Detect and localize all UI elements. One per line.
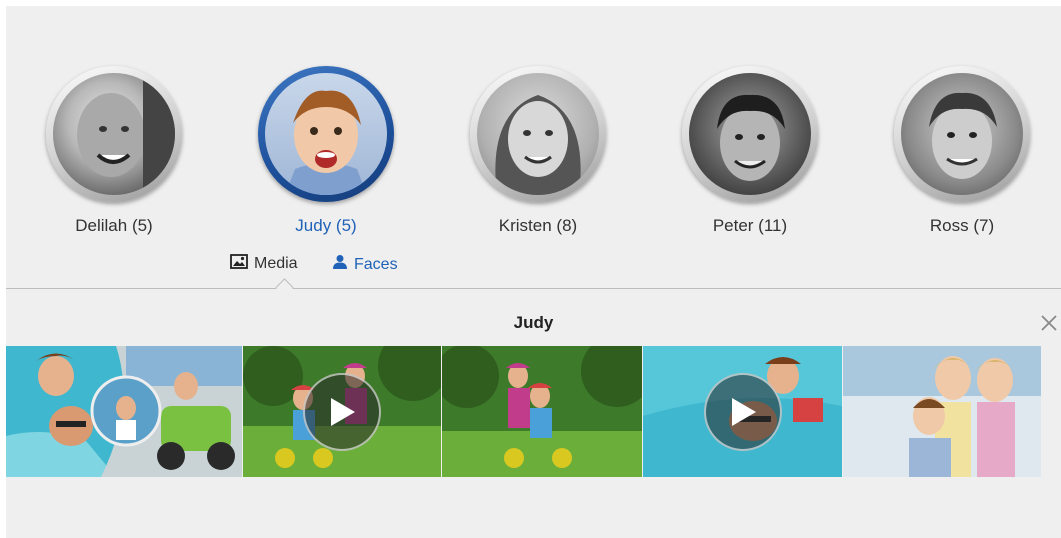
person-peter[interactable]: Peter (11)	[680, 66, 820, 236]
play-icon	[331, 397, 355, 426]
person-label: Peter (11)	[712, 216, 788, 235]
image-icon	[230, 254, 248, 274]
media-thumbnail-photo[interactable]	[442, 346, 642, 477]
tab-faces-label: Faces	[354, 255, 398, 273]
photo-image	[843, 346, 1041, 477]
person-ross[interactable]: Ross (7)	[892, 66, 1032, 236]
play-button[interactable]	[303, 372, 381, 451]
section-divider	[6, 288, 1061, 289]
avatar-ring	[894, 66, 1030, 202]
media-thumbnail-video[interactable]	[643, 346, 842, 477]
person-icon	[332, 254, 348, 275]
avatar-peter	[689, 73, 811, 195]
avatar-ring	[258, 66, 394, 202]
person-label: Kristen (8)	[498, 216, 578, 235]
tab-media-label: Media	[254, 255, 298, 272]
strip-title: Judy	[513, 313, 554, 332]
play-icon	[731, 397, 756, 426]
tab-media[interactable]: Media	[230, 254, 298, 274]
avatar-ring	[46, 66, 182, 202]
avatar-ring	[682, 66, 818, 202]
collage-image	[6, 346, 242, 477]
person-label: Delilah (5)	[75, 216, 153, 235]
media-thumbnail-video[interactable]	[243, 346, 441, 477]
play-button[interactable]	[703, 372, 782, 451]
person-delilah[interactable]: Delilah (5)	[44, 66, 184, 236]
avatar-kristen	[477, 73, 599, 195]
person-judy[interactable]: Judy (5)	[256, 66, 396, 236]
avatar-delilah	[53, 73, 175, 195]
person-label: Judy (5)	[295, 216, 357, 235]
avatar-ross	[901, 73, 1023, 195]
media-thumbnail-photo[interactable]	[843, 346, 1041, 477]
media-thumbnail-collage[interactable]	[6, 346, 242, 477]
avatar-judy	[265, 73, 387, 195]
photo-image	[442, 346, 642, 477]
person-kristen[interactable]: Kristen (8)	[468, 66, 608, 236]
tab-faces[interactable]: Faces	[332, 254, 398, 275]
avatar-ring	[470, 66, 606, 202]
person-label: Ross (7)	[929, 216, 995, 235]
close-icon[interactable]	[1039, 313, 1059, 333]
